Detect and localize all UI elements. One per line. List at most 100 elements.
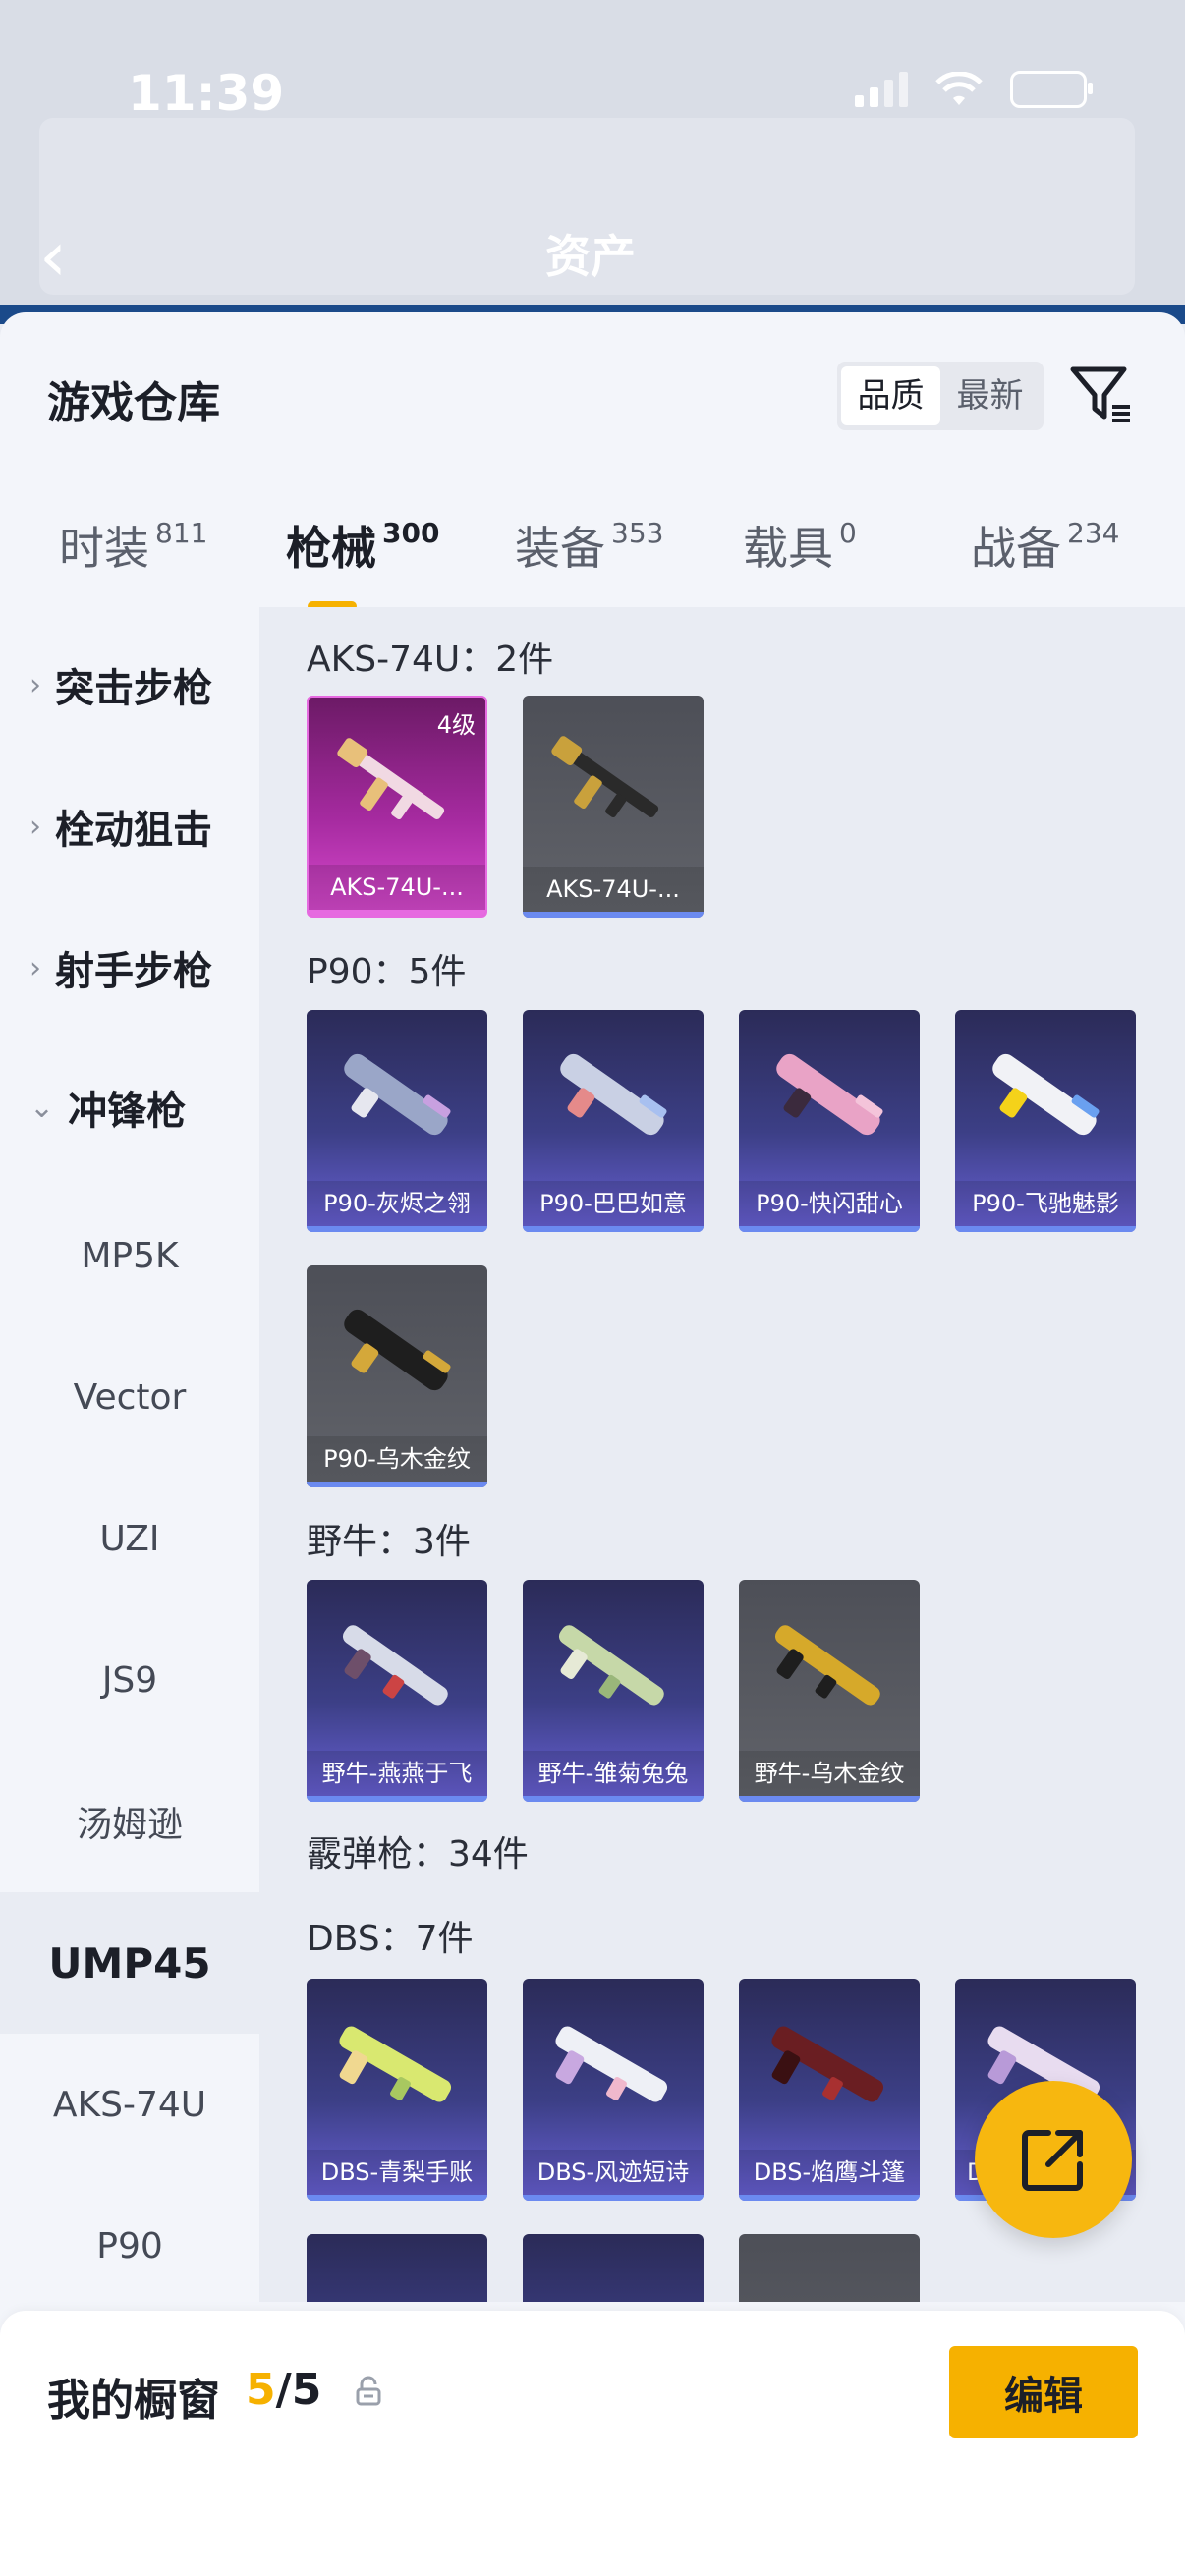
group-label-shotgun: 霰弹枪：34件 xyxy=(307,1834,529,1875)
back-arrow-icon[interactable]: ‹ xyxy=(39,216,67,297)
share-icon xyxy=(1022,2130,1083,2191)
weapon-name: AKS-74U-... xyxy=(523,867,704,912)
weapon-card[interactable] xyxy=(523,2234,704,2302)
showcase-bar: 我的橱窗 5/5 编辑 xyxy=(0,2311,1185,2576)
gun-icon xyxy=(776,1053,883,1136)
edit-button[interactable]: 编辑 xyxy=(949,2346,1138,2438)
rarity-bar xyxy=(523,912,704,918)
wifi-icon xyxy=(935,72,983,105)
chevron-right-icon: › xyxy=(29,667,41,702)
weapon-name: 野牛-雏菊兔兔 xyxy=(523,1751,704,1796)
weapon-name: P90-飞驰魅影 xyxy=(955,1181,1136,1226)
weapon-card[interactable]: AKS-74U-... xyxy=(523,696,704,918)
rarity-bar xyxy=(523,2195,704,2201)
sidebar-category-marksman[interactable]: › 射手步枪 xyxy=(29,939,212,996)
gun-icon xyxy=(560,1053,667,1136)
weapon-grid: AKS-74U：2件 4级 AKS-74U-... AKS-74U-... P9… xyxy=(259,607,1185,2302)
gun-icon xyxy=(337,738,445,820)
weapon-name: P90-灰烬之翎 xyxy=(307,1181,487,1226)
weapon-card[interactable]: P90-乌木金纹 xyxy=(307,1265,487,1487)
background-header: 11:39 ‹ 资产 xyxy=(0,0,1185,314)
sidebar-item-uzi[interactable]: UZI xyxy=(0,1468,259,1609)
sort-toggle: 品质 最新 xyxy=(837,362,1044,430)
battery-icon xyxy=(1010,71,1093,108)
sidebar: › 突击步枪 › 栓动狙击 › 射手步枪 ⌄ 冲锋枪 MP5K Vector UZI J… xyxy=(0,607,259,2302)
sort-latest-button[interactable]: 最新 xyxy=(940,366,1040,425)
group-label-aks74u: AKS-74U：2件 xyxy=(307,640,554,680)
rarity-bar xyxy=(307,2195,487,2201)
status-icons xyxy=(855,71,1093,108)
sidebar-category-bolt[interactable]: › 栓动狙击 xyxy=(29,798,212,855)
rarity-bar xyxy=(955,1226,1136,1232)
gun-icon xyxy=(558,1625,664,1706)
group-label-p90: P90：5件 xyxy=(307,952,467,992)
weapon-card[interactable]: P90-飞驰魅影 xyxy=(955,1010,1136,1232)
weapon-name: P90-乌木金纹 xyxy=(307,1436,487,1482)
rarity-bar xyxy=(739,1226,920,1232)
weapon-name: 野牛-乌木金纹 xyxy=(739,1751,920,1796)
weapon-card[interactable]: DBS-风迹短诗 xyxy=(523,1979,704,2201)
weapon-name: DBS-焰鹰斗篷 xyxy=(739,2150,920,2195)
weapon-card[interactable] xyxy=(307,2234,487,2302)
signal-icon xyxy=(855,72,908,107)
weapon-name: P90-快闪甜心 xyxy=(739,1181,920,1226)
tab-guns[interactable]: 枪械 300 xyxy=(286,513,439,578)
rarity-bar xyxy=(307,1796,487,1802)
sidebar-category-smg[interactable]: ⌄ 冲锋枪 xyxy=(29,1079,186,1136)
gun-icon xyxy=(344,1053,451,1136)
weapon-card[interactable]: 4级 AKS-74U-... xyxy=(307,696,487,918)
sidebar-item-aks74u[interactable]: AKS-74U xyxy=(0,2034,259,2175)
weapon-card[interactable]: P90-灰烬之翎 xyxy=(307,1010,487,1232)
rarity-bar xyxy=(307,1482,487,1487)
gun-icon xyxy=(555,2026,668,2102)
share-button[interactable] xyxy=(975,2081,1132,2238)
sidebar-item-ump45[interactable]: UMP45 xyxy=(0,1892,259,2034)
gun-icon xyxy=(551,736,659,818)
weapon-name: AKS-74U-... xyxy=(309,865,485,910)
tab-equipment[interactable]: 装备 353 xyxy=(515,513,663,578)
chevron-right-icon: › xyxy=(29,950,41,985)
weapon-name: 野牛-燕燕于飞 xyxy=(307,1751,487,1796)
sort-quality-button[interactable]: 品质 xyxy=(841,366,940,425)
group-label-dbs: DBS：7件 xyxy=(307,1919,474,1959)
weapon-card[interactable]: 野牛-乌木金纹 xyxy=(739,1580,920,1802)
sheet-title: 游戏仓库 xyxy=(47,378,220,428)
rarity-bar xyxy=(739,2195,920,2201)
weapon-card[interactable]: DBS-青梨手账 xyxy=(307,1979,487,2201)
chevron-down-icon: ⌄ xyxy=(29,1090,55,1125)
gun-icon xyxy=(344,1309,451,1391)
weapon-card[interactable]: P90-快闪甜心 xyxy=(739,1010,920,1232)
lock-icon[interactable] xyxy=(354,2376,383,2407)
gun-icon xyxy=(771,2026,884,2102)
weapon-name: DBS-青梨手账 xyxy=(307,2150,487,2195)
weapon-card[interactable]: DBS-焰鹰斗篷 xyxy=(739,1979,920,2201)
page-title: 资产 xyxy=(545,230,636,283)
chevron-right-icon: › xyxy=(29,809,41,844)
warehouse-sheet: 游戏仓库 品质 最新 时装 811 枪械 300 装备 353 载具 0 战备 234 ›… xyxy=(0,312,1185,2576)
weapon-card[interactable] xyxy=(739,2234,920,2302)
gun-icon xyxy=(342,1625,448,1706)
weapon-card[interactable]: 野牛-雏菊兔兔 xyxy=(523,1580,704,1802)
sidebar-item-thompson[interactable]: 汤姆逊 xyxy=(0,1751,259,1892)
sidebar-item-p90[interactable]: P90 xyxy=(0,2175,259,2317)
tab-fashion[interactable]: 时装 811 xyxy=(59,513,207,578)
weapon-card[interactable]: 野牛-燕燕于飞 xyxy=(307,1580,487,1802)
sidebar-item-js9[interactable]: JS9 xyxy=(0,1609,259,1751)
status-time: 11:39 xyxy=(128,65,285,122)
gun-icon xyxy=(992,1053,1100,1136)
group-label-bizon: 野牛：3件 xyxy=(307,1522,471,1562)
weapon-name: P90-巴巴如意 xyxy=(523,1181,704,1226)
rarity-bar xyxy=(739,1796,920,1802)
tab-tactical[interactable]: 战备 234 xyxy=(971,513,1119,578)
sidebar-category-assault[interactable]: › 突击步枪 xyxy=(29,656,212,713)
sidebar-item-vector[interactable]: Vector xyxy=(0,1326,259,1468)
tab-vehicles[interactable]: 载具 0 xyxy=(743,513,857,578)
rarity-bar xyxy=(523,1796,704,1802)
showcase-count: 5/5 xyxy=(246,2365,322,2415)
filter-icon[interactable] xyxy=(1069,362,1134,426)
gun-icon xyxy=(774,1625,880,1706)
gun-icon xyxy=(339,2026,452,2102)
weapon-card[interactable]: P90-巴巴如意 xyxy=(523,1010,704,1232)
rarity-bar xyxy=(307,1226,487,1232)
sidebar-item-mp5k[interactable]: MP5K xyxy=(0,1185,259,1326)
